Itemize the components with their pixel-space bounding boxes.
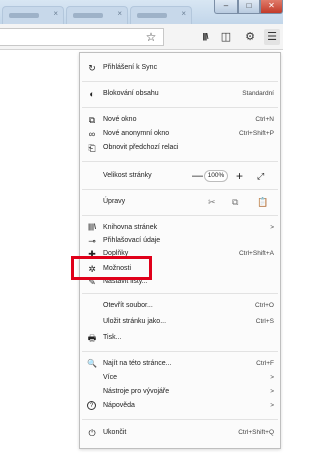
menu-item-web-developer[interactable]: Nástroje pro vývojáře > xyxy=(80,385,280,399)
submenu-arrow: > xyxy=(270,388,274,395)
paste-icon[interactable]: 📋 xyxy=(257,195,268,209)
printer-icon: 🖶 xyxy=(87,333,97,343)
sync-icon: ↻ xyxy=(88,63,96,73)
menu-item-more[interactable]: Více > xyxy=(80,371,280,385)
menu-separator xyxy=(82,293,278,294)
options-highlight-box xyxy=(71,256,152,280)
menu-item-shortcut: Ctrl+O xyxy=(255,302,274,309)
menu-separator xyxy=(82,351,278,352)
menu-item-label: Tisk... xyxy=(103,334,122,341)
menu-item-label: Nové anonymní okno xyxy=(103,130,170,137)
menu-item-shortcut: Ctrl+S xyxy=(255,318,274,325)
bookmark-star-icon[interactable]: ☆ xyxy=(143,29,159,45)
menu-item-library[interactable]: |||\ Knihovna stránek > xyxy=(80,221,280,235)
menu-item-quit[interactable]: ⏻ Ukončit Ctrl+Shift+Q xyxy=(80,426,280,440)
menu-item-label: Úpravy xyxy=(103,198,126,205)
fullscreen-icon[interactable]: ⤢ xyxy=(257,169,264,183)
extension-icon[interactable]: ⚙ xyxy=(242,29,258,45)
menu-separator xyxy=(82,419,278,420)
menu-separator xyxy=(82,189,278,190)
menu-item-label: Přihlašovací údaje xyxy=(103,237,161,244)
maximize-button[interactable]: □ xyxy=(238,0,260,14)
tab-title-blurred xyxy=(137,13,167,18)
menu-item-sync[interactable]: ↻ Přihlášení k Sync xyxy=(80,61,280,75)
menu-item-label: Přihlášení k Sync xyxy=(103,64,158,71)
search-icon: 🔍 xyxy=(87,359,97,368)
url-bar[interactable] xyxy=(0,28,164,46)
menu-row-zoom: Velikost stránky — 100% + ⤢ xyxy=(80,169,280,183)
menu-item-label: Velikost stránky xyxy=(103,172,152,179)
window-titlebar: × × × – □ ✕ xyxy=(0,0,283,24)
menu-item-find[interactable]: 🔍 Najít na této stránce... Ctrl+F xyxy=(80,357,280,371)
menu-separator xyxy=(82,81,278,82)
restore-session-icon: ⎗ xyxy=(88,143,96,153)
private-mask-icon: ∞ xyxy=(88,129,96,139)
menu-item-new-window[interactable]: ⧉ Nové okno Ctrl+N xyxy=(80,113,280,127)
copy-icon[interactable]: ⧉ xyxy=(232,195,238,209)
menu-separator xyxy=(82,215,278,216)
zoom-reset-button[interactable]: 100% xyxy=(204,170,228,182)
menu-item-label: Nové okno xyxy=(103,116,137,123)
tab-title-blurred xyxy=(9,13,39,18)
menu-item-label: Nástroje pro vývojáře xyxy=(103,388,170,395)
power-icon: ⏻ xyxy=(88,428,96,438)
close-window-button[interactable]: ✕ xyxy=(260,0,283,14)
menu-item-shortcut: Ctrl+N xyxy=(255,116,274,123)
menu-item-label: Ukončit xyxy=(103,429,127,436)
menu-separator xyxy=(82,107,278,108)
menu-item-shortcut: Ctrl+F xyxy=(256,360,274,367)
tab-title-blurred xyxy=(73,13,103,18)
library-icon[interactable]: |||\ xyxy=(197,29,213,45)
menu-item-save-page[interactable]: Uložit stránku jako... Ctrl+S xyxy=(80,315,280,329)
menu-item-print[interactable]: 🖶 Tisk... xyxy=(80,331,280,345)
browser-tab[interactable]: × xyxy=(130,6,192,24)
menu-item-label: Obnovit předchozí relaci xyxy=(103,144,179,151)
menu-item-label: Více xyxy=(103,374,118,381)
browser-tab[interactable]: × xyxy=(2,6,64,24)
submenu-arrow: > xyxy=(270,402,274,409)
menu-item-label: Uložit stránku jako... xyxy=(103,318,167,325)
hamburger-menu-icon[interactable]: ☰ xyxy=(264,29,280,45)
menu-item-restore-session[interactable]: ⎗ Obnovit předchozí relaci xyxy=(80,141,280,155)
zoom-out-button[interactable]: — xyxy=(192,169,203,183)
tab-close-icon[interactable]: × xyxy=(53,9,58,18)
library-icon: |||\ xyxy=(88,224,96,231)
cut-icon[interactable]: ✂ xyxy=(208,195,216,209)
menu-item-label: Otevřít soubor... xyxy=(103,302,153,309)
browser-tab[interactable]: × xyxy=(66,6,128,24)
tab-close-icon[interactable]: × xyxy=(181,9,186,18)
menu-item-label: Blokování obsahu xyxy=(103,90,159,97)
new-window-icon: ⧉ xyxy=(88,115,96,125)
content-blocking-value: Standardní xyxy=(242,90,274,97)
key-icon: ⊸ xyxy=(88,236,96,246)
menu-item-logins[interactable]: ⊸ Přihlašovací údaje xyxy=(80,234,280,248)
menu-item-help[interactable]: ? Nápověda > xyxy=(80,399,280,413)
menu-item-open-file[interactable]: Otevřít soubor... Ctrl+O xyxy=(80,299,280,313)
minimize-button[interactable]: – xyxy=(214,0,238,14)
menu-row-edit: Úpravy ✂ ⧉ 📋 xyxy=(80,195,280,209)
menu-item-shortcut: Ctrl+Shift+P xyxy=(238,130,274,137)
submenu-arrow: > xyxy=(270,374,274,381)
menu-item-label: Najít na této stránce... xyxy=(103,360,172,367)
help-icon: ? xyxy=(87,401,96,410)
menu-item-label: Nápověda xyxy=(103,402,135,409)
menu-item-label: Knihovna stránek xyxy=(103,224,158,231)
menu-separator xyxy=(82,161,278,162)
sidebar-icon[interactable]: ◫ xyxy=(218,29,234,45)
shield-icon: ◐ xyxy=(89,89,95,99)
menu-item-content-blocking[interactable]: ◐ Blokování obsahu Standardní xyxy=(80,87,280,101)
navigation-toolbar: ☆ |||\ ◫ ⚙ ☰ xyxy=(0,24,283,50)
app-menu-panel: ↻ Přihlášení k Sync ◐ Blokování obsahu S… xyxy=(79,52,281,449)
menu-item-shortcut: Ctrl+Shift+A xyxy=(238,250,274,257)
tab-close-icon[interactable]: × xyxy=(117,9,122,18)
submenu-arrow: > xyxy=(270,224,274,231)
menu-item-new-private-window[interactable]: ∞ Nové anonymní okno Ctrl+Shift+P xyxy=(80,127,280,141)
menu-item-shortcut: Ctrl+Shift+Q xyxy=(238,429,274,436)
zoom-in-button[interactable]: + xyxy=(236,169,243,183)
